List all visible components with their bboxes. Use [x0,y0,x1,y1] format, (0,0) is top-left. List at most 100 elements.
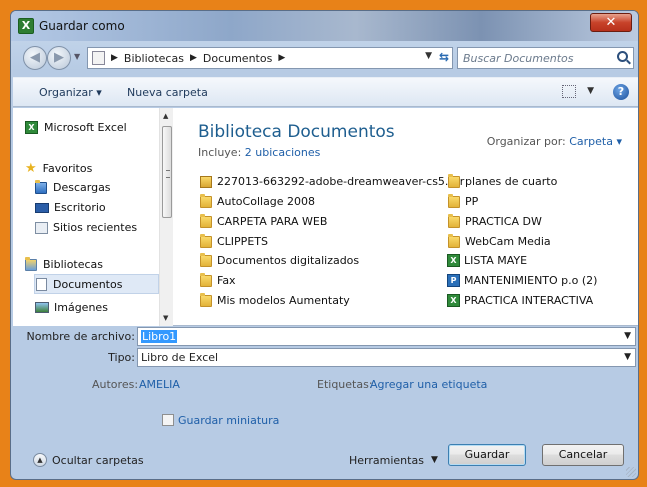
tags-value[interactable]: Agregar una etiqueta [370,378,487,391]
archive-icon [200,175,212,188]
arrange-dropdown[interactable]: Carpeta ▾ [569,135,622,148]
nav-item-microsoft-excel[interactable]: X Microsoft Excel [25,121,127,134]
chevron-right-icon[interactable]: ▶ [111,53,118,63]
authors-label: Autores: [92,378,139,391]
file-name: CARPETA PARA WEB [217,215,328,228]
authors-value[interactable]: AMELIA [139,378,180,391]
file-name: WebCam Media [465,235,551,248]
library-icon [92,51,105,65]
close-button[interactable]: ✕ [590,13,632,32]
views-icon[interactable] [562,85,576,98]
search-box[interactable] [457,47,634,69]
new-folder-button[interactable]: Nueva carpeta [127,86,208,99]
nav-item-label: Favoritos [42,162,93,175]
list-item[interactable]: planes de cuarto [448,173,558,188]
folder-icon [200,233,212,248]
folder-icon [448,193,460,208]
folder-icon [448,233,460,248]
nav-scrollbar[interactable]: ▲ ▼ [159,108,173,326]
breadcrumb-documentos[interactable]: Documentos [203,52,272,65]
address-bar[interactable]: ▶ Bibliotecas ▶ Documentos ▶ ▼ ⇆ [87,47,453,69]
list-item[interactable]: Fax [200,272,236,287]
recent-pages-dropdown[interactable]: ▼ [74,52,80,61]
file-name: PRACTICA DW [465,215,542,228]
command-bar: Organizar ▾ Nueva carpeta ▼ ? [13,77,638,107]
locations-link[interactable]: 2 ubicaciones [245,146,321,159]
list-item[interactable]: PRACTICA DW [448,213,542,228]
type-label: Tipo: [108,351,135,364]
scroll-down-icon[interactable]: ▼ [163,314,168,322]
filename-field[interactable]: Libro1 ▼ [137,327,636,346]
save-thumbnail-label[interactable]: Guardar miniatura [178,414,279,427]
help-icon[interactable]: ? [613,84,629,100]
nav-item-documentos[interactable]: Documentos [34,274,159,294]
window-title: Guardar como [39,19,125,33]
excel-file-icon: X [447,254,460,267]
nav-item-favoritos[interactable]: ★ Favoritos [25,161,92,176]
nav-item-descargas[interactable]: Descargas [35,179,111,194]
library-title: Biblioteca Documentos [198,122,395,142]
list-item[interactable]: X PRACTICA INTERACTIVA [447,294,593,307]
nav-item-escritorio[interactable]: Escritorio [35,201,106,214]
navigation-pane: X Microsoft Excel ★ Favoritos Descargas … [13,108,173,326]
recent-places-icon [35,221,48,234]
forward-button[interactable]: ▶ [47,46,71,70]
arrange-label: Organizar por: [486,135,566,148]
list-item[interactable]: 227013-663292-adobe-dreamweaver-cs5.rar [200,175,464,188]
folder-icon [200,213,212,228]
chevron-down-icon[interactable]: ▼ [431,455,438,465]
filename-label: Nombre de archivo: [26,330,136,343]
back-button[interactable]: ◀ [23,46,47,70]
chevron-down-icon[interactable]: ▼ [624,352,631,362]
file-name: CLIPPETS [217,235,268,248]
folder-icon [448,173,460,188]
cancel-button[interactable]: Cancelar [542,444,624,466]
list-item[interactable]: P MANTENIMIENTO p.o (2) [447,274,597,287]
filename-value[interactable]: Libro1 [141,330,178,343]
chevron-right-icon[interactable]: ▶ [190,53,197,63]
file-name: PP [465,195,479,208]
title-bar: X Guardar como ✕ [11,11,638,41]
grip-icon [166,170,170,178]
hide-folders-button[interactable]: Ocultar carpetas [52,454,144,467]
search-icon[interactable] [617,51,628,62]
nav-item-bibliotecas[interactable]: Bibliotecas [25,256,103,271]
breadcrumb-bibliotecas[interactable]: Bibliotecas [124,52,184,65]
nav-item-sitios-recientes[interactable]: Sitios recientes [35,221,137,234]
save-button[interactable]: Guardar [448,444,526,466]
refresh-icon[interactable]: ⇆ [439,50,449,64]
nav-item-imagenes[interactable]: Imágenes [35,301,108,314]
address-row: ◀ ▶ ▼ ▶ Bibliotecas ▶ Documentos ▶ ▼ ⇆ [11,41,638,75]
nav-item-label: Sitios recientes [53,221,138,234]
search-input[interactable] [463,50,608,66]
tools-button[interactable]: Herramientas [349,454,424,467]
scroll-thumb[interactable] [162,126,172,218]
pictures-icon [35,302,49,313]
tags-label: Etiquetas: [317,378,373,391]
chevron-up-icon[interactable]: ▲ [33,453,47,467]
list-item[interactable]: CARPETA PARA WEB [200,213,328,228]
list-item[interactable]: CLIPPETS [200,233,268,248]
type-select[interactable]: Libro de Excel ▼ [137,348,636,367]
folder-icon [448,213,460,228]
chevron-down-icon[interactable]: ▼ [624,331,631,341]
chevron-right-icon[interactable]: ▶ [278,53,285,63]
includes-label: Incluye: [198,146,242,159]
list-item[interactable]: X LISTA MAYE [447,254,527,267]
list-item[interactable]: Mis modelos Aumentaty [200,292,350,307]
address-dropdown-icon[interactable]: ▼ [425,51,432,61]
file-name: Mis modelos Aumentaty [217,294,350,307]
list-item[interactable]: PP [448,193,479,208]
list-item[interactable]: WebCam Media [448,233,551,248]
list-item[interactable]: AutoCollage 2008 [200,193,315,208]
views-dropdown-icon[interactable]: ▼ [587,86,594,96]
save-thumbnail-checkbox[interactable] [162,414,174,426]
organize-button[interactable]: Organizar ▾ [39,86,102,99]
resize-grip[interactable] [626,467,636,477]
desktop-icon [35,202,49,213]
list-item[interactable]: Documentos digitalizados [200,252,359,267]
scroll-up-icon[interactable]: ▲ [163,112,168,120]
content-area: X Microsoft Excel ★ Favoritos Descargas … [13,108,638,326]
file-name: planes de cuarto [465,175,558,188]
project-file-icon: P [447,274,460,287]
